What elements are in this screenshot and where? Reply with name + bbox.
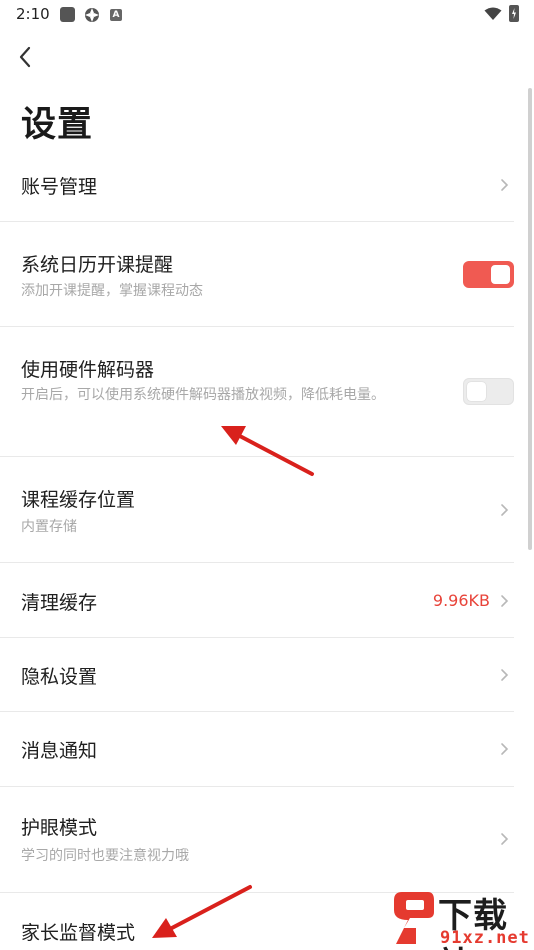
annotation-arrow-hardware-decoder (221, 426, 314, 476)
annotation-arrows (152, 426, 314, 938)
watermark-text-bottom: 91xz.net (440, 928, 530, 948)
watermark: 下载站 91xz.net (388, 888, 534, 950)
site-logo-icon (394, 892, 434, 944)
annotation-arrow-parental-mode (152, 885, 252, 938)
